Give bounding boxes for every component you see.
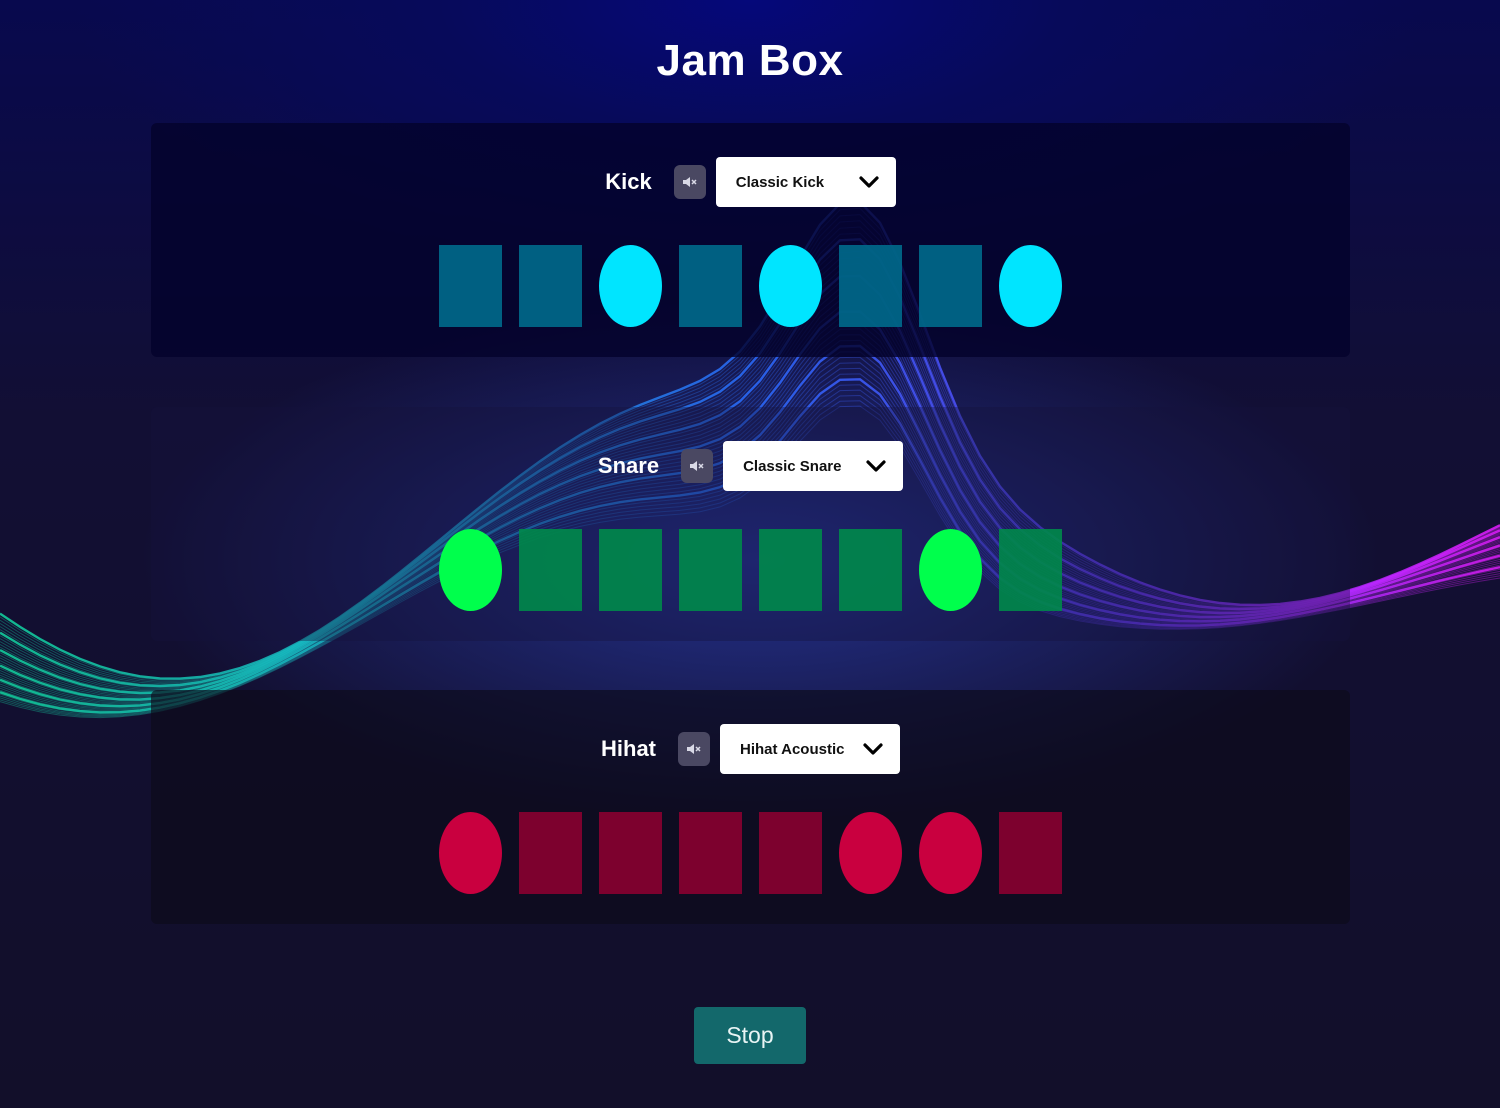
step-pad-snare-6[interactable] — [839, 529, 902, 611]
sound-select-value: Classic Snare — [743, 457, 842, 475]
step-pad-snare-3[interactable] — [599, 529, 662, 611]
step-pad-hihat-2[interactable] — [519, 812, 582, 894]
step-pad-hihat-6[interactable] — [839, 812, 902, 894]
step-pad-hihat-4[interactable] — [679, 812, 742, 894]
track-header: Snare Classic Snare — [151, 441, 1350, 491]
step-pad-kick-6[interactable] — [839, 245, 902, 327]
step-row-hihat — [439, 812, 1062, 894]
step-pad-snare-8[interactable] — [999, 529, 1062, 611]
step-pad-hihat-8[interactable] — [999, 812, 1062, 894]
mute-button-snare[interactable] — [681, 449, 714, 483]
track-label-kick: Kick — [605, 169, 652, 194]
track-snare: Snare Classic Snare — [151, 407, 1350, 641]
speaker-icon — [682, 177, 697, 187]
step-pad-snare-5[interactable] — [759, 529, 822, 611]
step-pad-kick-7[interactable] — [919, 245, 982, 327]
track-kick: Kick Classic Kick — [151, 123, 1350, 357]
step-pad-hihat-3[interactable] — [599, 812, 662, 894]
step-pad-snare-4[interactable] — [679, 529, 742, 611]
step-pad-kick-5[interactable] — [759, 245, 822, 327]
step-row-kick — [439, 245, 1062, 327]
step-row-snare — [439, 529, 1062, 611]
step-pad-snare-1[interactable] — [439, 529, 502, 611]
sound-select-snare[interactable]: Classic Snare — [723, 441, 904, 491]
mute-button-hihat[interactable] — [678, 732, 710, 766]
step-pad-hihat-7[interactable] — [919, 812, 982, 894]
track-header: Hihat Hihat Acoustic — [151, 724, 1350, 774]
track-label-snare: Snare — [597, 453, 660, 478]
step-pad-kick-4[interactable] — [679, 245, 742, 327]
sound-select-value: Hihat Acoustic — [740, 740, 845, 758]
step-pad-hihat-1[interactable] — [439, 812, 502, 894]
speaker-icon — [687, 744, 701, 754]
app-title: Jam Box — [656, 36, 844, 85]
stop-button[interactable]: Stop — [694, 1007, 806, 1064]
step-pad-snare-2[interactable] — [519, 529, 582, 611]
chevron-down-icon — [863, 743, 883, 755]
speaker-icon — [690, 461, 704, 471]
sound-select-value: Classic Kick — [735, 173, 825, 191]
step-pad-snare-7[interactable] — [919, 529, 982, 611]
track-header: Kick Classic Kick — [151, 157, 1350, 207]
step-pad-kick-1[interactable] — [439, 245, 502, 327]
track-hihat: Hihat Hihat Acoustic — [151, 690, 1350, 924]
chevron-down-icon — [866, 460, 886, 472]
sound-select-hihat[interactable]: Hihat Acoustic — [720, 724, 900, 774]
step-pad-hihat-5[interactable] — [759, 812, 822, 894]
chevron-down-icon — [859, 176, 879, 188]
step-pad-kick-8[interactable] — [999, 245, 1062, 327]
step-pad-kick-3[interactable] — [599, 245, 662, 327]
step-pad-kick-2[interactable] — [519, 245, 582, 327]
track-label-hihat: Hihat — [601, 736, 656, 761]
mute-button-kick[interactable] — [673, 165, 706, 199]
sound-select-kick[interactable]: Classic Kick — [715, 157, 896, 207]
